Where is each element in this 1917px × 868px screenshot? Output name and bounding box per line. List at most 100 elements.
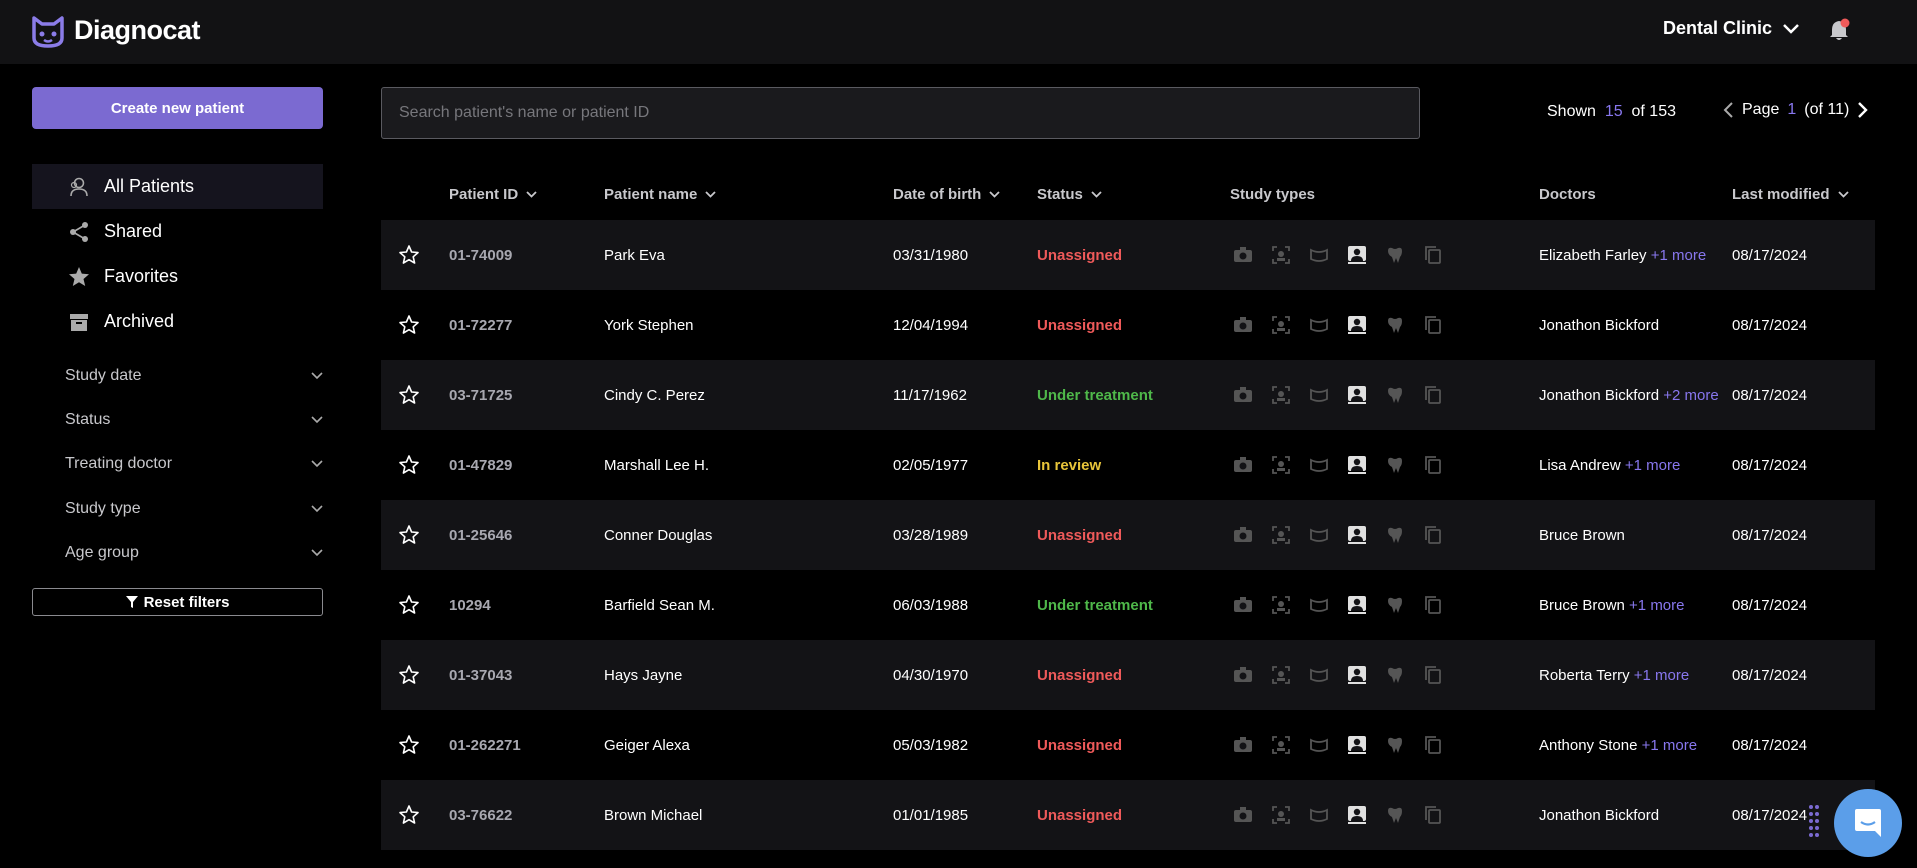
patient-id[interactable]: 01-262271 — [449, 710, 521, 780]
copy-documents-icon[interactable] — [1423, 735, 1443, 755]
patient-name[interactable]: Hays Jayne — [604, 640, 682, 710]
photo-portrait-icon[interactable] — [1347, 665, 1367, 685]
scan-frame-icon[interactable] — [1271, 455, 1291, 475]
patient-id[interactable]: 10294 — [449, 570, 491, 640]
camera-icon[interactable] — [1233, 525, 1253, 545]
more-doctors-link[interactable]: +1 more — [1642, 737, 1697, 754]
table-row[interactable]: 01-72277 York Stephen 12/04/1994 Unassig… — [381, 290, 1875, 360]
patient-name[interactable]: Cindy C. Perez — [604, 360, 705, 430]
scan-frame-icon[interactable] — [1271, 525, 1291, 545]
patient-id[interactable]: 01-25646 — [449, 500, 512, 570]
scan-frame-icon[interactable] — [1271, 595, 1291, 615]
camera-icon[interactable] — [1233, 245, 1253, 265]
copy-documents-icon[interactable] — [1423, 245, 1443, 265]
sidebar-item-favorites[interactable]: Favorites — [32, 254, 323, 299]
create-patient-button[interactable]: Create new patient — [32, 87, 323, 129]
scan-frame-icon[interactable] — [1271, 665, 1291, 685]
table-row[interactable]: 01-47829 Marshall Lee H. 02/05/1977 In r… — [381, 430, 1875, 500]
table-row[interactable]: 03-71725 Cindy C. Perez 11/17/1962 Under… — [381, 360, 1875, 430]
drag-handle-icon[interactable] — [1808, 804, 1820, 840]
header-status[interactable]: Status — [1037, 186, 1102, 203]
patient-name[interactable]: Geiger Alexa — [604, 710, 690, 780]
more-doctors-link[interactable]: +1 more — [1629, 597, 1684, 614]
photo-portrait-icon[interactable] — [1347, 595, 1367, 615]
camera-icon[interactable] — [1233, 315, 1253, 335]
copy-documents-icon[interactable] — [1423, 385, 1443, 405]
patient-id[interactable]: 03-76622 — [449, 780, 512, 850]
tooth-3d-icon[interactable] — [1385, 245, 1405, 265]
tooth-3d-icon[interactable] — [1385, 595, 1405, 615]
table-row[interactable]: 01-262271 Geiger Alexa 05/03/1982 Unassi… — [381, 710, 1875, 780]
more-doctors-link[interactable]: +2 more — [1663, 387, 1718, 404]
favorite-star-button[interactable] — [398, 290, 420, 360]
scan-frame-icon[interactable] — [1271, 385, 1291, 405]
panoramic-icon[interactable] — [1309, 245, 1329, 265]
camera-icon[interactable] — [1233, 805, 1253, 825]
panoramic-icon[interactable] — [1309, 385, 1329, 405]
copy-documents-icon[interactable] — [1423, 525, 1443, 545]
panoramic-icon[interactable] — [1309, 805, 1329, 825]
more-doctors-link[interactable]: +1 more — [1634, 667, 1689, 684]
header-patient-id[interactable]: Patient ID — [449, 186, 537, 203]
search-input[interactable] — [381, 87, 1420, 139]
header-last-modified[interactable]: Last modified — [1732, 186, 1849, 203]
patient-name[interactable]: Barfield Sean M. — [604, 570, 715, 640]
reset-filters-button[interactable]: Reset filters — [32, 588, 323, 616]
filter-treating-doctor[interactable]: Treating doctor — [65, 449, 323, 479]
notification-bell-icon[interactable] — [1828, 18, 1850, 42]
patient-id[interactable]: 01-72277 — [449, 290, 512, 360]
tooth-3d-icon[interactable] — [1385, 315, 1405, 335]
patient-name[interactable]: York Stephen — [604, 290, 694, 360]
tooth-3d-icon[interactable] — [1385, 665, 1405, 685]
copy-documents-icon[interactable] — [1423, 805, 1443, 825]
favorite-star-button[interactable] — [398, 780, 420, 850]
panoramic-icon[interactable] — [1309, 735, 1329, 755]
camera-icon[interactable] — [1233, 385, 1253, 405]
patient-name[interactable]: Park Eva — [604, 220, 665, 290]
favorite-star-button[interactable] — [398, 220, 420, 290]
scan-frame-icon[interactable] — [1271, 735, 1291, 755]
patient-id[interactable]: 01-74009 — [449, 220, 512, 290]
tooth-3d-icon[interactable] — [1385, 735, 1405, 755]
patient-name[interactable]: Marshall Lee H. — [604, 430, 709, 500]
tooth-3d-icon[interactable] — [1385, 385, 1405, 405]
photo-portrait-icon[interactable] — [1347, 525, 1367, 545]
copy-documents-icon[interactable] — [1423, 455, 1443, 475]
header-date-of-birth[interactable]: Date of birth — [893, 186, 1000, 203]
table-row[interactable]: 01-37043 Hays Jayne 04/30/1970 Unassigne… — [381, 640, 1875, 710]
photo-portrait-icon[interactable] — [1347, 245, 1367, 265]
panoramic-icon[interactable] — [1309, 525, 1329, 545]
filter-age-group[interactable]: Age group — [65, 538, 323, 568]
logo[interactable]: Diagnocat — [30, 12, 201, 48]
patient-id[interactable]: 01-37043 — [449, 640, 512, 710]
scan-frame-icon[interactable] — [1271, 245, 1291, 265]
panoramic-icon[interactable] — [1309, 595, 1329, 615]
patient-name[interactable]: Brown Michael — [604, 780, 702, 850]
table-row[interactable]: 01-74009 Park Eva 03/31/1980 Unassigned … — [381, 220, 1875, 290]
filter-status[interactable]: Status — [65, 405, 323, 435]
favorite-star-button[interactable] — [398, 640, 420, 710]
chevron-right-icon[interactable] — [1857, 101, 1869, 119]
copy-documents-icon[interactable] — [1423, 595, 1443, 615]
camera-icon[interactable] — [1233, 735, 1253, 755]
table-row[interactable]: 01-25646 Conner Douglas 03/28/1989 Unass… — [381, 500, 1875, 570]
tooth-3d-icon[interactable] — [1385, 525, 1405, 545]
more-doctors-link[interactable]: +1 more — [1651, 247, 1706, 264]
panoramic-icon[interactable] — [1309, 455, 1329, 475]
tooth-3d-icon[interactable] — [1385, 455, 1405, 475]
camera-icon[interactable] — [1233, 665, 1253, 685]
camera-icon[interactable] — [1233, 595, 1253, 615]
photo-portrait-icon[interactable] — [1347, 385, 1367, 405]
photo-portrait-icon[interactable] — [1347, 805, 1367, 825]
patient-name[interactable]: Conner Douglas — [604, 500, 712, 570]
sidebar-item-shared[interactable]: Shared — [32, 209, 323, 254]
panoramic-icon[interactable] — [1309, 665, 1329, 685]
more-doctors-link[interactable]: +1 more — [1625, 457, 1680, 474]
table-row[interactable]: 03-76622 Brown Michael 01/01/1985 Unassi… — [381, 780, 1875, 850]
filter-study-type[interactable]: Study type — [65, 494, 323, 524]
favorite-star-button[interactable] — [398, 570, 420, 640]
scan-frame-icon[interactable] — [1271, 805, 1291, 825]
header-patient-name[interactable]: Patient name — [604, 186, 717, 203]
sidebar-item-all-patients[interactable]: All Patients — [32, 164, 323, 209]
photo-portrait-icon[interactable] — [1347, 455, 1367, 475]
